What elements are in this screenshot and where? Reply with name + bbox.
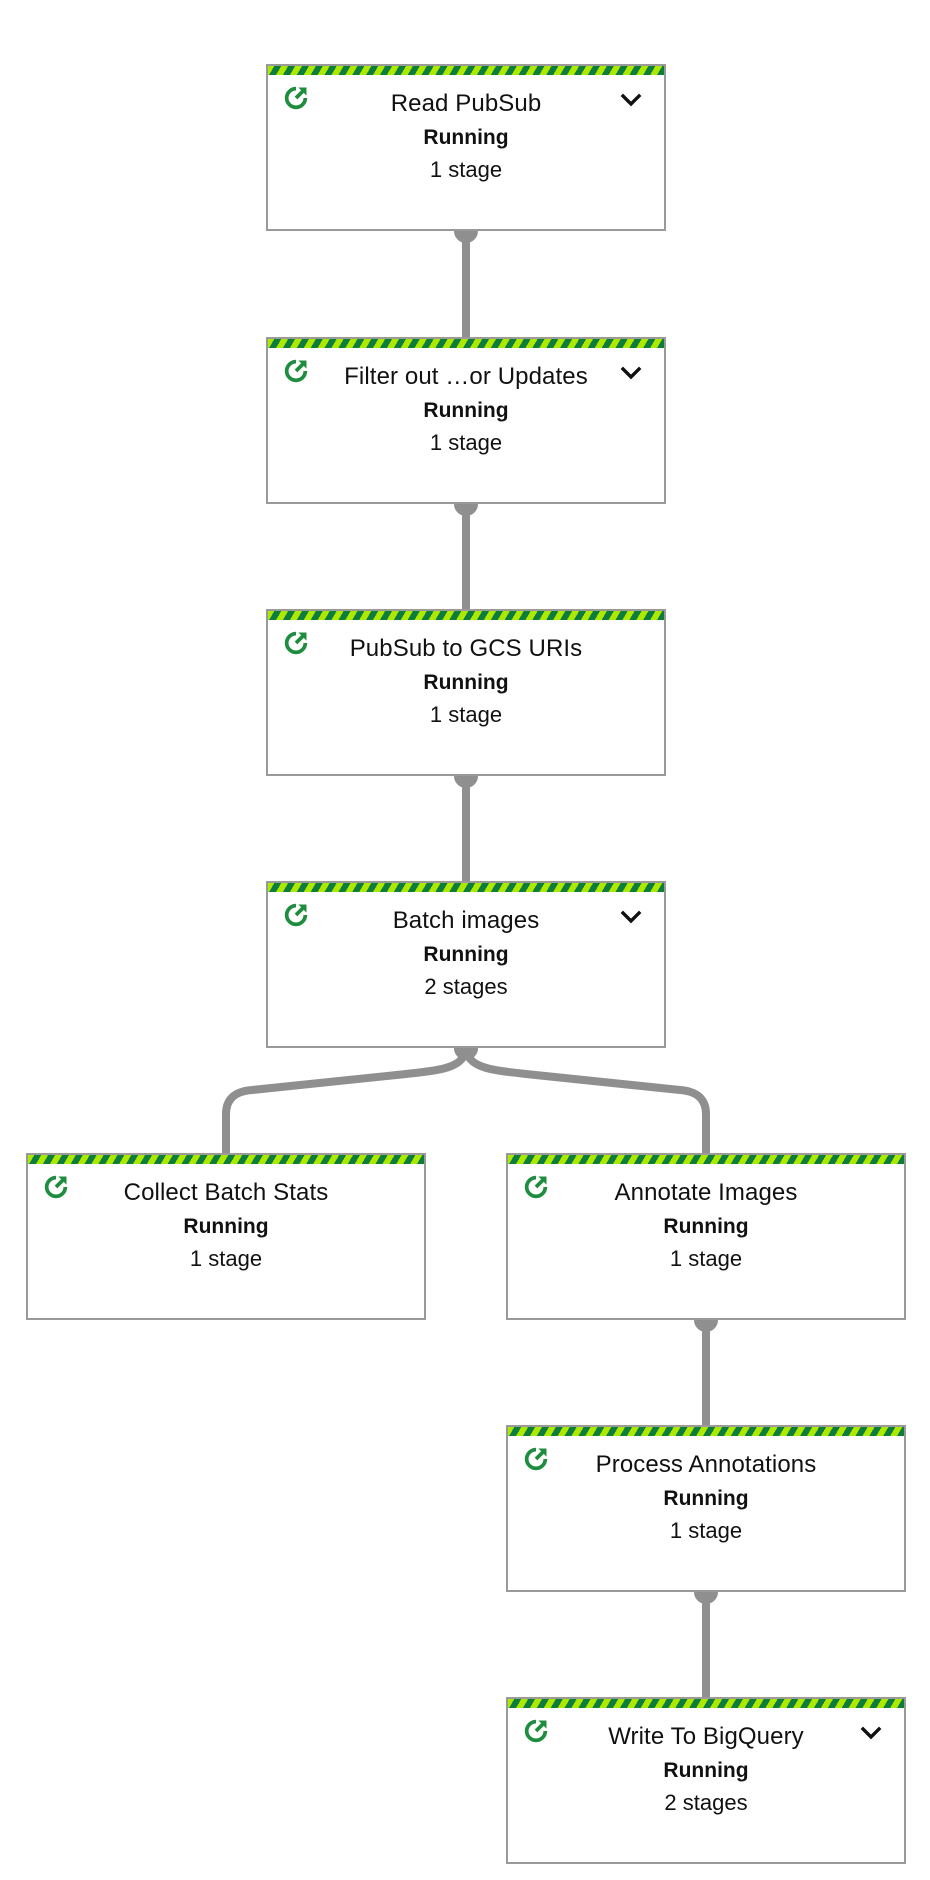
step-node-filter-out-updates[interactable]: Filter out …or Updates Running 1 stage [266,337,666,504]
step-node-pubsub-to-gcs-uris[interactable]: PubSub to GCS URIs Running 1 stage [266,609,666,776]
running-progress-stripe [268,66,664,75]
edge-annotate-images-to-process-annotations [694,1320,718,1425]
step-stage-count: 1 stage [429,702,503,727]
step-stage-count: 1 stage [669,1518,743,1543]
expand-chevron-down-icon[interactable] [618,908,644,926]
edge-batch-images-to-annotate-images [454,1048,710,1153]
step-title: Batch images [392,907,540,934]
step-stage-count: 2 stages [424,974,508,999]
running-status-icon [284,631,308,655]
step-node-annotate-images[interactable]: Annotate Images Running 1 stage [506,1153,906,1320]
step-stage-count: 1 stage [429,430,503,455]
step-title: Collect Batch Stats [123,1179,329,1206]
step-status: Running [663,1487,749,1510]
step-node-read-pubsub[interactable]: Read PubSub Running 1 stage [266,64,666,231]
step-title: Write To BigQuery [608,1723,804,1750]
expand-chevron-down-icon[interactable] [858,1724,884,1742]
running-progress-stripe [508,1427,904,1436]
running-status-icon [524,1175,548,1199]
running-status-icon [284,903,308,927]
step-node-write-to-bigquery[interactable]: Write To BigQuery Running 2 stages [506,1697,906,1864]
step-node-collect-batch-stats[interactable]: Collect Batch Stats Running 1 stage [26,1153,426,1320]
running-status-icon [284,86,308,110]
running-status-icon [284,359,308,383]
edge-pubsub-to-gcs-uris-to-batch-images [454,776,478,881]
step-stage-count: 1 stage [669,1246,743,1271]
step-status: Running [663,1759,749,1782]
step-status: Running [423,399,509,422]
running-status-icon [44,1175,68,1199]
step-status: Running [423,126,509,149]
expand-chevron-down-icon[interactable] [618,91,644,109]
step-stage-count: 1 stage [189,1246,263,1271]
step-title: Process Annotations [595,1451,817,1478]
step-node-batch-images[interactable]: Batch images Running 2 stages [266,881,666,1048]
step-node-process-annotations[interactable]: Process Annotations Running 1 stage [506,1425,906,1592]
connector-line [462,1050,710,1153]
running-progress-stripe [268,339,664,348]
step-title: Read PubSub [390,90,542,117]
step-title: PubSub to GCS URIs [349,635,583,662]
running-progress-stripe [268,883,664,892]
running-progress-stripe [508,1699,904,1708]
connector-line [222,1050,470,1153]
running-progress-stripe [508,1155,904,1164]
step-status: Running [423,671,509,694]
step-stage-count: 2 stages [664,1790,748,1815]
expand-chevron-down-icon[interactable] [618,364,644,382]
running-status-icon [524,1719,548,1743]
step-status: Running [423,943,509,966]
edge-process-annotations-to-write-to-bigquery [694,1592,718,1697]
edge-batch-images-to-collect-batch-stats [222,1048,478,1153]
step-title: Filter out …or Updates [344,363,588,390]
running-status-icon [524,1447,548,1471]
step-title: Annotate Images [614,1179,798,1206]
edge-filter-out-updates-to-pubsub-to-gcs-uris [454,504,478,609]
step-status: Running [663,1215,749,1238]
running-progress-stripe [268,611,664,620]
running-progress-stripe [28,1155,424,1164]
edge-read-pubsub-to-filter-out-updates [454,231,478,337]
step-status: Running [183,1215,269,1238]
step-stage-count: 1 stage [429,157,503,182]
